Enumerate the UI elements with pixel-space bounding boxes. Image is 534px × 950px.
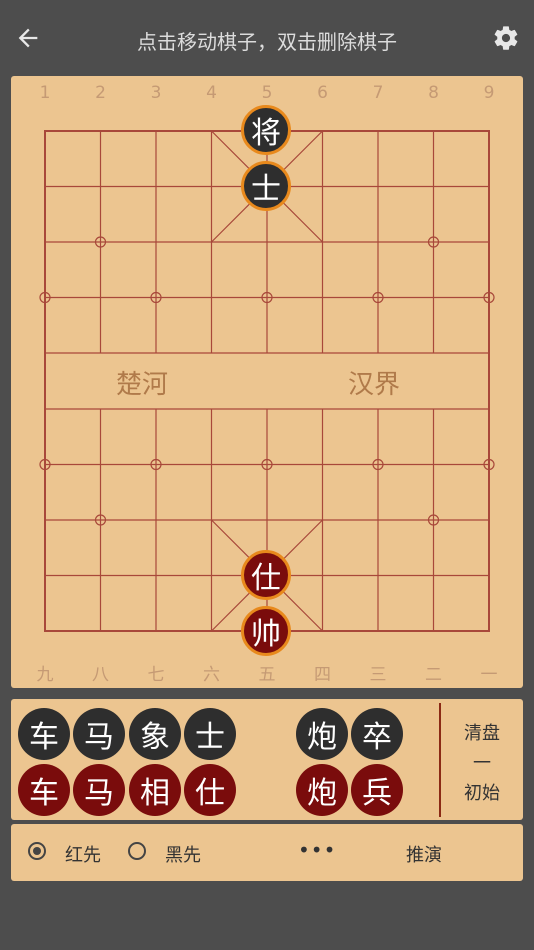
gear-icon[interactable] (492, 24, 520, 52)
tray-red-horse[interactable]: 马 (73, 764, 125, 816)
red-first-label[interactable]: 红先 (65, 841, 101, 867)
tray-black-chariot[interactable]: 车 (18, 708, 70, 760)
black-first-radio[interactable] (128, 842, 146, 860)
tray-black-horse[interactable]: 马 (73, 708, 125, 760)
river-left-text: 楚河 (116, 370, 169, 400)
black-general-piece[interactable]: 将 (241, 105, 291, 155)
file-label-top-8: 8 (428, 83, 439, 103)
black-advisor-piece[interactable]: 士 (241, 161, 291, 211)
file-label-bottom-5: 五 (258, 665, 276, 685)
tray-red-soldier[interactable]: 兵 (351, 764, 403, 816)
file-label-top-4: 4 (206, 83, 217, 103)
file-label-top-6: 6 (317, 83, 328, 103)
more-options-button[interactable]: ••• (298, 838, 336, 862)
river-right-text: 汉界 (348, 370, 401, 400)
file-label-top-7: 7 (372, 83, 384, 103)
file-label-top-1: 1 (39, 83, 51, 103)
deduce-button[interactable]: 推演 (406, 841, 442, 867)
tray-black-cannon[interactable]: 炮 (296, 708, 348, 760)
file-label-bottom-1: 一 (480, 665, 498, 685)
file-label-top-9: 9 (483, 83, 495, 103)
tray-black-elephant[interactable]: 象 (129, 708, 181, 760)
bottom-options-bar: 红先 黑先 ••• 推演 (11, 824, 523, 881)
file-label-bottom-2: 二 (425, 665, 442, 685)
red-first-radio[interactable] (28, 842, 46, 860)
tray-black-advisor[interactable]: 士 (184, 708, 236, 760)
file-label-bottom-8: 八 (92, 665, 109, 685)
tray-red-advisor[interactable]: 仕 (184, 764, 236, 816)
file-label-top-2: 2 (95, 83, 106, 103)
chess-board[interactable]: 1 2 3 4 5 6 7 8 9 九 八 七 六 五 四 三 二 一 楚河 汉… (11, 76, 523, 688)
red-advisor-piece[interactable]: 仕 (241, 550, 291, 600)
file-label-bottom-3: 三 (369, 665, 387, 685)
piece-tray: 车 马 象 士 炮 卒 车 马 相 仕 炮 兵 清盘 一 初始 (11, 699, 523, 820)
file-label-bottom-7: 七 (147, 665, 165, 685)
top-app-bar: 点击移动棋子，双击删除棋子 (0, 0, 534, 76)
tray-black-soldier[interactable]: 卒 (351, 708, 403, 760)
file-label-top-5: 5 (261, 83, 273, 103)
tray-red-cannon[interactable]: 炮 (296, 764, 348, 816)
tray-red-chariot[interactable]: 车 (18, 764, 70, 816)
file-label-bottom-4: 四 (314, 665, 331, 685)
page-title: 点击移动棋子，双击删除棋子 (137, 30, 397, 54)
clear-board-button[interactable]: 清盘 (451, 719, 513, 745)
file-label-bottom-6: 六 (203, 665, 220, 685)
red-general-piece[interactable]: 帅 (241, 606, 291, 656)
side-separator: 一 (473, 753, 491, 774)
tray-red-elephant[interactable]: 相 (129, 764, 181, 816)
file-label-bottom-9: 九 (36, 665, 54, 685)
file-label-top-3: 3 (150, 83, 162, 103)
black-first-label[interactable]: 黑先 (165, 841, 201, 867)
tray-divider (439, 703, 441, 817)
initial-position-button[interactable]: 初始 (451, 779, 513, 805)
